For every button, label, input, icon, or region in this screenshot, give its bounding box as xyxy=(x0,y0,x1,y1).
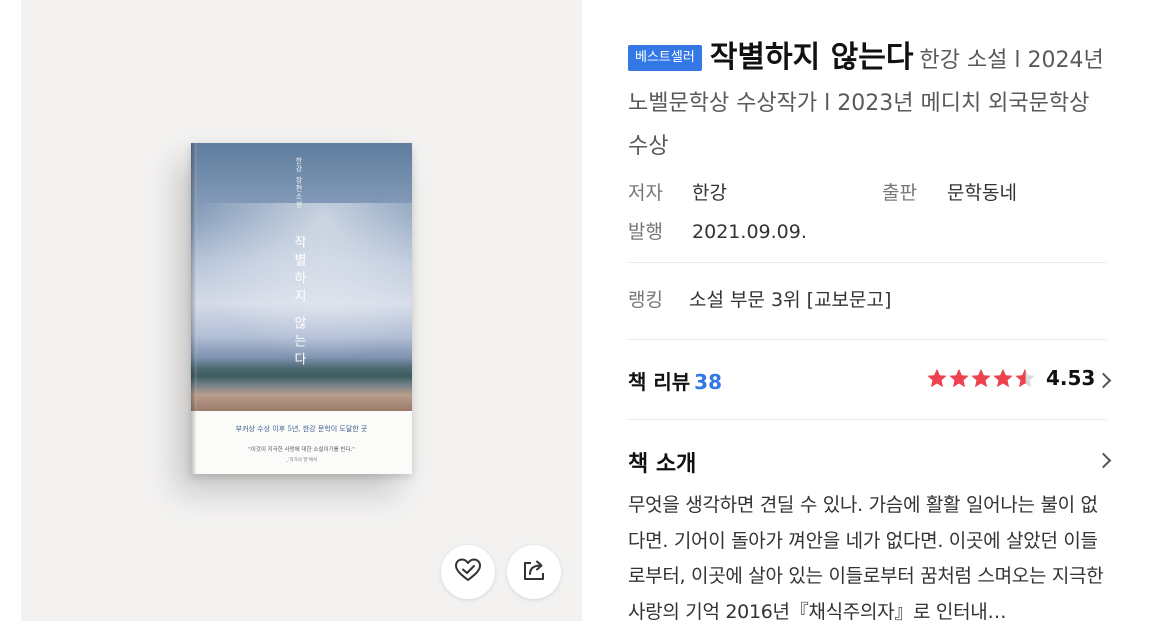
bestseller-badge: 베스트셀러 xyxy=(628,45,702,71)
intro-text: 무엇을 생각하면 견딜 수 있나. 가슴에 활활 일어나는 불이 없다면. 기어… xyxy=(628,494,1104,623)
ranking-label: 랭킹 xyxy=(628,289,663,311)
meta-ranking-row: 랭킹 소설 부문 3위 [교보문고] xyxy=(628,285,891,312)
rating-value: 4.53 xyxy=(1046,366,1096,390)
publisher-value[interactable]: 문학동네 xyxy=(947,182,1017,204)
date-label: 발행 xyxy=(628,221,663,243)
star-icon xyxy=(971,368,991,388)
like-button[interactable] xyxy=(441,545,495,599)
chevron-right-icon[interactable] xyxy=(1095,452,1112,469)
star-icon xyxy=(993,368,1013,388)
book-title: 작별하지 않는다 xyxy=(709,40,914,75)
divider xyxy=(628,262,1107,263)
share-button[interactable] xyxy=(507,545,561,599)
author-label: 저자 xyxy=(628,182,663,204)
intro-heading: 책 소개 xyxy=(628,452,697,477)
chevron-right-icon[interactable] xyxy=(1095,372,1112,389)
cover-quote-source: _'작가의 말'에서 xyxy=(286,458,317,463)
share-icon xyxy=(521,557,547,587)
star-icon xyxy=(927,368,947,388)
title-block: 베스트셀러 작별하지 않는다 한강 소설 l 2024년 노벨문학상 수상작가 l … xyxy=(628,36,1108,168)
cover-tagline: 부커상 수상 이후 5년, 한강 문학이 도달한 곳 xyxy=(235,425,368,433)
cover-author: 한강 장편소설 xyxy=(295,157,303,209)
cover-panel: 한강 장편소설 작별하지 않는다 부커상 수상 이후 5년, 한강 문학이 도달… xyxy=(21,0,582,621)
cover-quote: "이것이 지극한 사랑에 대한 소설이기를 빈다." xyxy=(248,447,355,453)
author-value[interactable]: 한강 xyxy=(692,182,727,204)
meta-publisher-row: 출판 문학동네 xyxy=(882,178,1017,205)
cover-title: 작별하지 않는다 xyxy=(291,235,306,371)
review-heading[interactable]: 책 리뷰 38 xyxy=(628,366,722,395)
meta-author-row: 저자 한강 xyxy=(628,178,727,205)
publisher-label: 출판 xyxy=(882,182,917,204)
cover-band xyxy=(191,411,412,474)
review-count: 38 xyxy=(694,370,723,394)
date-value: 2021.09.09. xyxy=(692,221,807,243)
divider xyxy=(628,419,1107,420)
heart-check-icon xyxy=(454,557,482,587)
star-icon xyxy=(949,368,969,388)
review-label: 책 리뷰 xyxy=(628,370,691,394)
book-cover[interactable]: 한강 장편소설 작별하지 않는다 부커상 수상 이후 5년, 한강 문학이 도달… xyxy=(191,143,412,474)
divider xyxy=(628,339,1107,340)
meta-date-row: 발행 2021.09.09. xyxy=(628,217,807,244)
star-icon xyxy=(1015,368,1035,388)
ranking-value[interactable]: 소설 부문 3위 [교보문고] xyxy=(689,289,891,311)
rating-stars xyxy=(926,367,1036,389)
